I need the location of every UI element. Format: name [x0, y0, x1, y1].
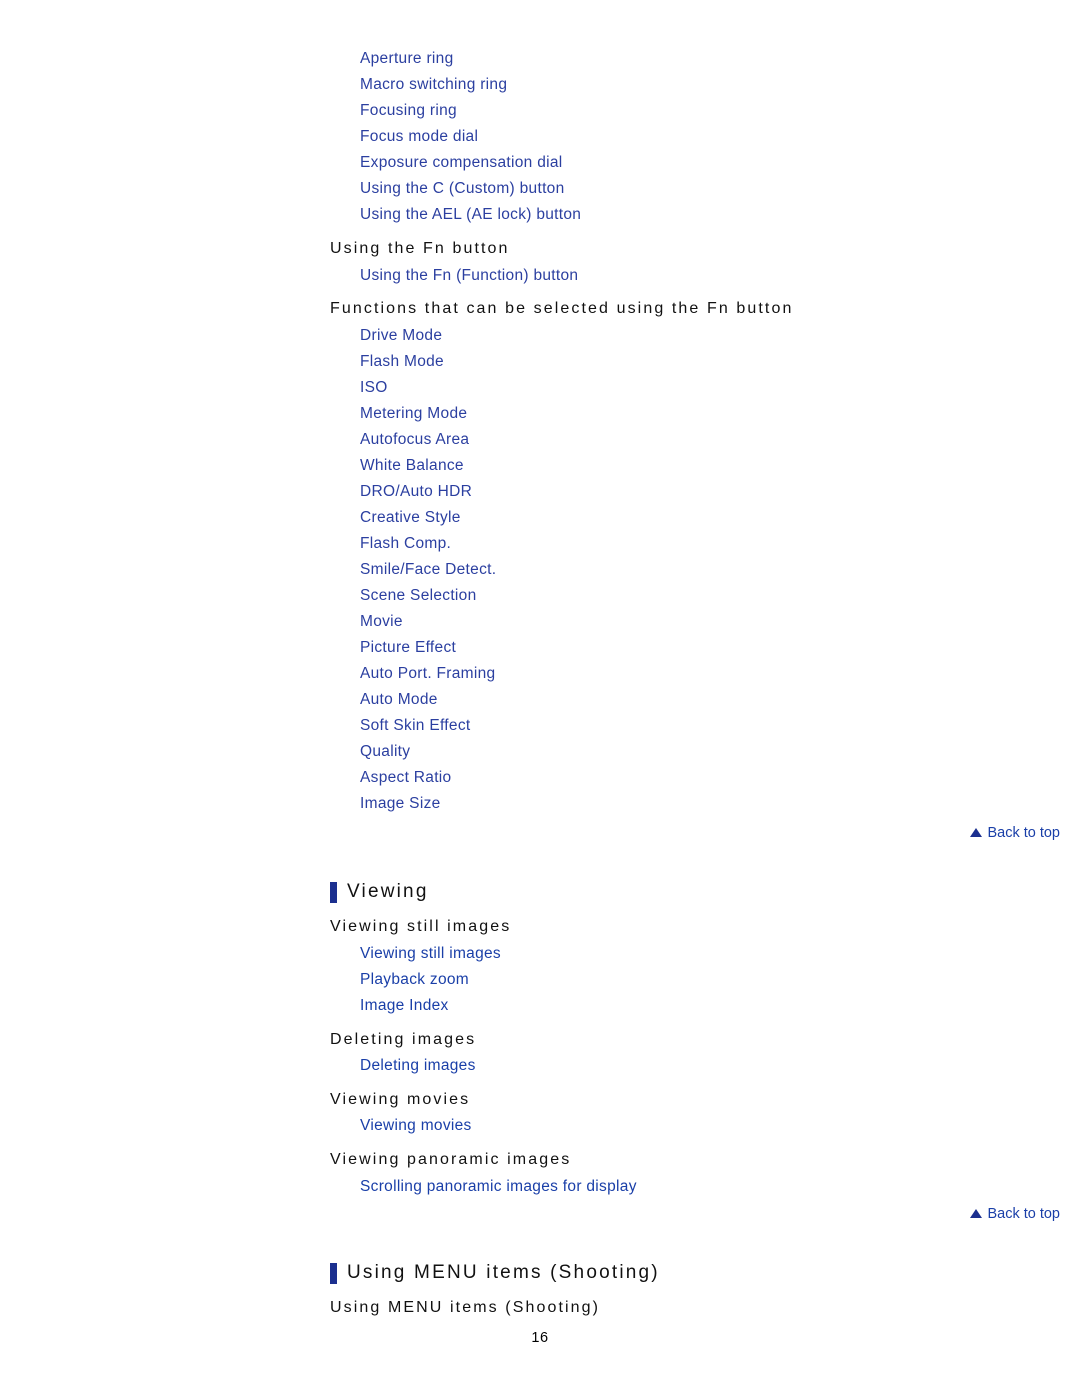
list-item[interactable]: Using the C (Custom) button — [360, 176, 581, 202]
heading-fn-functions: Functions that can be selected using the… — [330, 300, 794, 317]
section-accent-bar — [330, 1262, 337, 1284]
section-title: Using MENU items (Shooting) — [347, 1262, 660, 1283]
section-title: Viewing — [347, 881, 429, 902]
document-page: Aperture ring Macro switching ring Focus… — [0, 0, 1080, 1397]
list-item[interactable]: Quality — [360, 739, 496, 765]
list-item[interactable]: Autofocus Area — [360, 427, 496, 453]
list-item[interactable]: Image Index — [360, 993, 501, 1019]
heading-viewing-movies: Viewing movies — [330, 1091, 471, 1108]
heading-deleting-images: Deleting images — [330, 1031, 477, 1048]
list-item[interactable]: Macro switching ring — [360, 72, 581, 98]
viewing-movies-links: Viewing movies — [360, 1113, 472, 1139]
list-item[interactable]: Viewing movies — [360, 1113, 472, 1139]
list-item[interactable]: Flash Mode — [360, 349, 496, 375]
list-item[interactable]: White Balance — [360, 453, 496, 479]
page-number: 16 — [531, 1330, 549, 1346]
back-to-top-label: Back to top — [987, 825, 1060, 841]
list-item[interactable]: Deleting images — [360, 1053, 476, 1079]
list-item[interactable]: Viewing still images — [360, 941, 501, 967]
list-item[interactable]: Focusing ring — [360, 98, 581, 124]
back-to-top-link[interactable]: Back to top — [970, 1206, 1060, 1222]
fn-functions-links-list: Drive Mode Flash Mode ISO Metering Mode … — [360, 323, 496, 817]
viewing-panoramic-links: Scrolling panoramic images for display — [360, 1174, 637, 1200]
viewing-still-images-links: Viewing still images Playback zoom Image… — [360, 941, 501, 1019]
list-item[interactable]: Using the AEL (AE lock) button — [360, 202, 581, 228]
list-item[interactable]: Flash Comp. — [360, 531, 496, 557]
section-heading-using-menu-items-shooting: Using MENU items (Shooting) — [330, 1262, 660, 1284]
list-item[interactable]: Auto Mode — [360, 687, 496, 713]
triangle-up-icon — [970, 1209, 983, 1218]
triangle-up-icon — [970, 828, 983, 837]
heading-using-menu-items-shooting: Using MENU items (Shooting) — [330, 1299, 601, 1316]
list-item[interactable]: Aperture ring — [360, 46, 581, 72]
top-links-list: Aperture ring Macro switching ring Focus… — [360, 46, 581, 228]
fn-links-list: Using the Fn (Function) button — [360, 263, 578, 289]
list-item[interactable]: Playback zoom — [360, 967, 501, 993]
list-item[interactable]: Scrolling panoramic images for display — [360, 1174, 637, 1200]
heading-viewing-still-images: Viewing still images — [330, 918, 512, 935]
list-item[interactable]: Metering Mode — [360, 401, 496, 427]
heading-viewing-panoramic-images: Viewing panoramic images — [330, 1151, 572, 1168]
list-item[interactable]: Movie — [360, 609, 496, 635]
list-item[interactable]: Smile/Face Detect. — [360, 557, 496, 583]
back-to-top-label: Back to top — [987, 1206, 1060, 1222]
list-item[interactable]: Aspect Ratio — [360, 765, 496, 791]
section-accent-bar — [330, 881, 337, 903]
list-item[interactable]: ISO — [360, 375, 496, 401]
list-item[interactable]: Auto Port. Framing — [360, 661, 496, 687]
list-item[interactable]: Soft Skin Effect — [360, 713, 496, 739]
list-item[interactable]: Drive Mode — [360, 323, 496, 349]
list-item[interactable]: Using the Fn (Function) button — [360, 263, 578, 289]
list-item[interactable]: Creative Style — [360, 505, 496, 531]
list-item[interactable]: Picture Effect — [360, 635, 496, 661]
heading-using-the-fn-button: Using the Fn button — [330, 240, 510, 257]
section-heading-viewing: Viewing — [330, 881, 429, 903]
list-item[interactable]: DRO/Auto HDR — [360, 479, 496, 505]
list-item[interactable]: Exposure compensation dial — [360, 150, 581, 176]
list-item[interactable]: Image Size — [360, 791, 496, 817]
list-item[interactable]: Scene Selection — [360, 583, 496, 609]
list-item[interactable]: Focus mode dial — [360, 124, 581, 150]
back-to-top-link[interactable]: Back to top — [970, 825, 1060, 841]
deleting-images-links: Deleting images — [360, 1053, 476, 1079]
